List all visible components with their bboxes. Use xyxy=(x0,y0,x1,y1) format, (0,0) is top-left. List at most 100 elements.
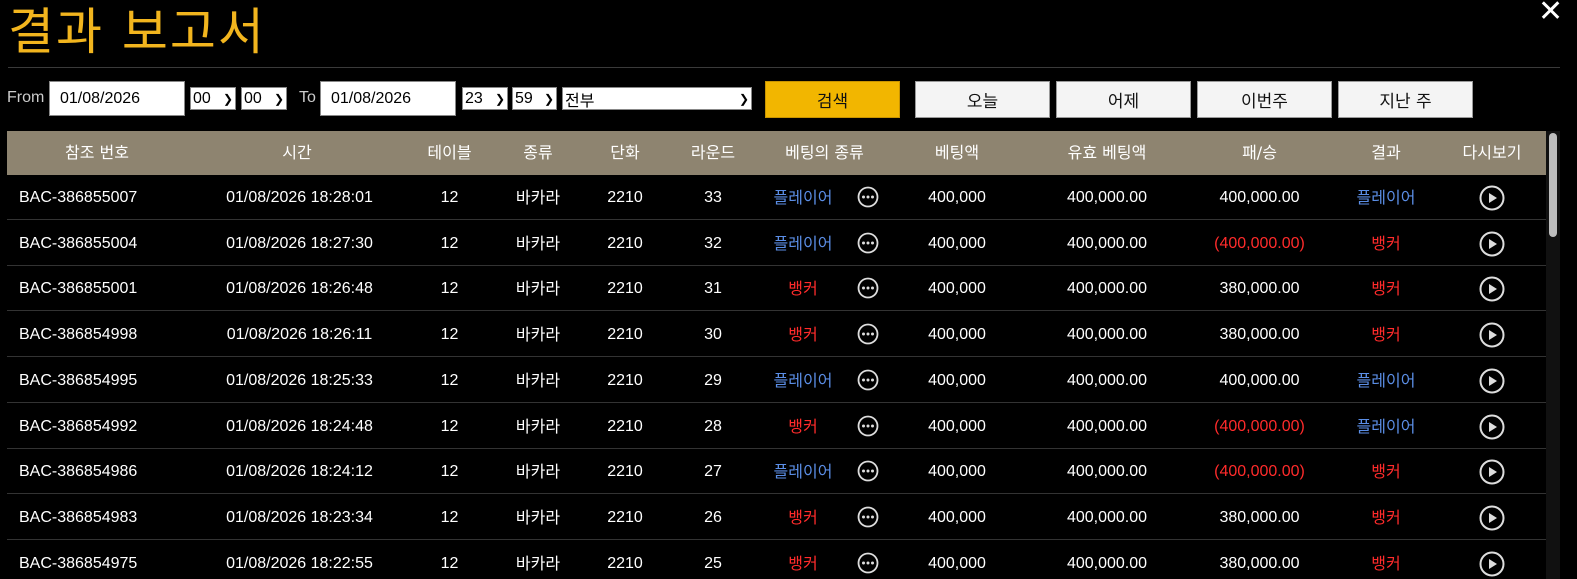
cell-bet-type: 뱅커 xyxy=(788,325,818,345)
column-header-replay: 다시보기 xyxy=(1462,143,1522,162)
table-row: BAC-386854992 01/08/2026 18:24:48 12 바카라 221… xyxy=(7,404,1546,449)
cell-kind: 바카라 xyxy=(515,370,561,390)
yesterday-button[interactable]: 어제 xyxy=(1056,81,1191,118)
cell-round: 32 xyxy=(704,234,722,252)
cell-time: 01/08/2026 18:26:11 xyxy=(226,326,373,344)
ellipsis-circle-icon[interactable] xyxy=(857,552,879,574)
cell-ref: BAC-386855004 xyxy=(19,234,138,252)
cell-winloss: 380,000.00 xyxy=(1219,280,1300,298)
this-week-button[interactable]: 이번주 xyxy=(1197,81,1332,118)
cell-bet: 400,000 xyxy=(928,554,986,572)
cell-ref: BAC-386854992 xyxy=(19,417,138,435)
cell-bet-type: 플레이어 xyxy=(773,233,833,253)
today-button[interactable]: 오늘 xyxy=(915,81,1050,118)
cell-bet: 400,000 xyxy=(928,280,986,298)
cell-time: 01/08/2026 18:24:12 xyxy=(226,463,373,481)
cell-time: 01/08/2026 18:23:34 xyxy=(226,508,373,526)
cell-shoe: 2210 xyxy=(607,189,643,206)
results-table: 참조 번호 시간 테이블 종류 단화 라운드 베팅의 종류 베팅액 유효 베팅액… xyxy=(7,131,1546,579)
cell-table: 12 xyxy=(440,463,459,481)
cell-round: 33 xyxy=(704,189,722,206)
cell-time: 01/08/2026 18:25:33 xyxy=(226,371,373,389)
cell-round: 28 xyxy=(704,417,722,435)
from-hour-select[interactable]: 00 ❯ xyxy=(190,87,236,110)
play-circle-icon[interactable] xyxy=(1479,368,1505,394)
table-row: BAC-386854986 01/08/2026 18:24:12 12 바카라 221… xyxy=(7,449,1546,495)
from-minute-select[interactable]: 00 ❯ xyxy=(241,87,287,110)
play-circle-icon[interactable] xyxy=(1479,459,1505,485)
ellipsis-circle-icon[interactable] xyxy=(857,506,879,528)
game-type-select[interactable]: 전부 ❯ xyxy=(562,87,752,110)
cell-winloss: 400,000.00 xyxy=(1219,189,1300,206)
cell-shoe: 2210 xyxy=(607,463,643,481)
ellipsis-circle-icon[interactable] xyxy=(857,186,879,208)
cell-round: 31 xyxy=(704,280,722,298)
play-circle-icon[interactable] xyxy=(1479,231,1505,257)
cell-winloss: 380,000.00 xyxy=(1219,554,1300,572)
cell-shoe: 2210 xyxy=(607,371,643,389)
cell-ref: BAC-386855001 xyxy=(19,280,138,298)
ellipsis-circle-icon[interactable] xyxy=(857,323,879,345)
to-date-input[interactable]: 01/08/2026 xyxy=(320,81,456,116)
table-header: 참조 번호 시간 테이블 종류 단화 라운드 베팅의 종류 베팅액 유효 베팅액… xyxy=(7,131,1546,175)
column-header-round: 라운드 xyxy=(690,143,736,162)
cell-valid-bet: 400,000.00 xyxy=(1066,554,1148,572)
to-minute-value: 59 xyxy=(515,89,533,107)
ellipsis-circle-icon[interactable] xyxy=(857,232,879,254)
to-minute-select[interactable]: 59 ❯ xyxy=(512,87,557,110)
from-date-input[interactable]: 01/08/2026 xyxy=(49,81,185,116)
ellipsis-circle-icon[interactable] xyxy=(857,369,879,391)
play-circle-icon[interactable] xyxy=(1479,276,1505,302)
cell-shoe: 2210 xyxy=(607,554,643,572)
play-circle-icon[interactable] xyxy=(1479,414,1505,440)
cell-time: 01/08/2026 18:28:01 xyxy=(226,189,373,206)
from-label: From xyxy=(7,89,45,106)
table-row: BAC-386854983 01/08/2026 18:23:34 12 바카라 221… xyxy=(7,495,1546,540)
play-circle-icon[interactable] xyxy=(1479,551,1505,577)
cell-bet: 400,000 xyxy=(928,463,986,481)
chevron-down-icon: ❯ xyxy=(222,91,233,106)
column-header-valid-bet: 유효 베팅액 xyxy=(1067,143,1147,162)
cell-winloss: (400,000.00) xyxy=(1214,234,1305,252)
cell-valid-bet: 400,000.00 xyxy=(1066,280,1148,298)
column-header-bet: 베팅액 xyxy=(934,143,980,162)
play-circle-icon[interactable] xyxy=(1479,185,1505,211)
play-circle-icon[interactable] xyxy=(1479,505,1505,531)
table-scrollbar[interactable] xyxy=(1546,131,1560,579)
cell-kind: 바카라 xyxy=(515,507,561,527)
column-header-result: 결과 xyxy=(1371,143,1401,162)
column-header-ref: 참조 번호 xyxy=(65,143,129,162)
ellipsis-circle-icon[interactable] xyxy=(857,277,879,299)
cell-kind: 바카라 xyxy=(515,325,561,345)
cell-kind: 바카라 xyxy=(515,553,561,573)
ellipsis-circle-icon[interactable] xyxy=(857,460,879,482)
to-hour-select[interactable]: 23 ❯ xyxy=(462,87,508,110)
table-row: BAC-386854995 01/08/2026 18:25:33 12 바카라 221… xyxy=(7,358,1546,403)
chevron-down-icon: ❯ xyxy=(494,91,505,106)
cell-bet: 400,000 xyxy=(928,326,986,344)
ellipsis-circle-icon[interactable] xyxy=(857,415,879,437)
cell-round: 27 xyxy=(704,463,722,481)
cell-round: 29 xyxy=(704,371,722,389)
play-circle-icon[interactable] xyxy=(1479,322,1505,348)
cell-table: 12 xyxy=(440,417,459,435)
cell-table: 12 xyxy=(440,371,459,389)
scrollbar-thumb[interactable] xyxy=(1549,133,1557,237)
cell-ref: BAC-386854986 xyxy=(19,463,138,481)
cell-bet-type: 플레이어 xyxy=(773,370,833,390)
header-divider xyxy=(8,67,1560,68)
column-header-kind: 종류 xyxy=(523,143,553,162)
search-button[interactable]: 검색 xyxy=(765,81,900,118)
cell-ref: BAC-386855007 xyxy=(19,189,138,206)
cell-result: 뱅커 xyxy=(1371,553,1401,573)
cell-winloss: 380,000.00 xyxy=(1219,508,1300,526)
close-icon[interactable]: ✕ xyxy=(1538,0,1563,29)
cell-kind: 바카라 xyxy=(515,279,561,299)
cell-ref: BAC-386854998 xyxy=(19,326,138,344)
cell-kind: 바카라 xyxy=(515,416,561,436)
table-row: BAC-386854975 01/08/2026 18:22:55 12 바카라 221… xyxy=(7,541,1546,579)
cell-valid-bet: 400,000.00 xyxy=(1066,417,1148,435)
last-week-button[interactable]: 지난 주 xyxy=(1338,81,1473,118)
column-header-time: 시간 xyxy=(282,143,312,162)
cell-valid-bet: 400,000.00 xyxy=(1066,189,1148,206)
